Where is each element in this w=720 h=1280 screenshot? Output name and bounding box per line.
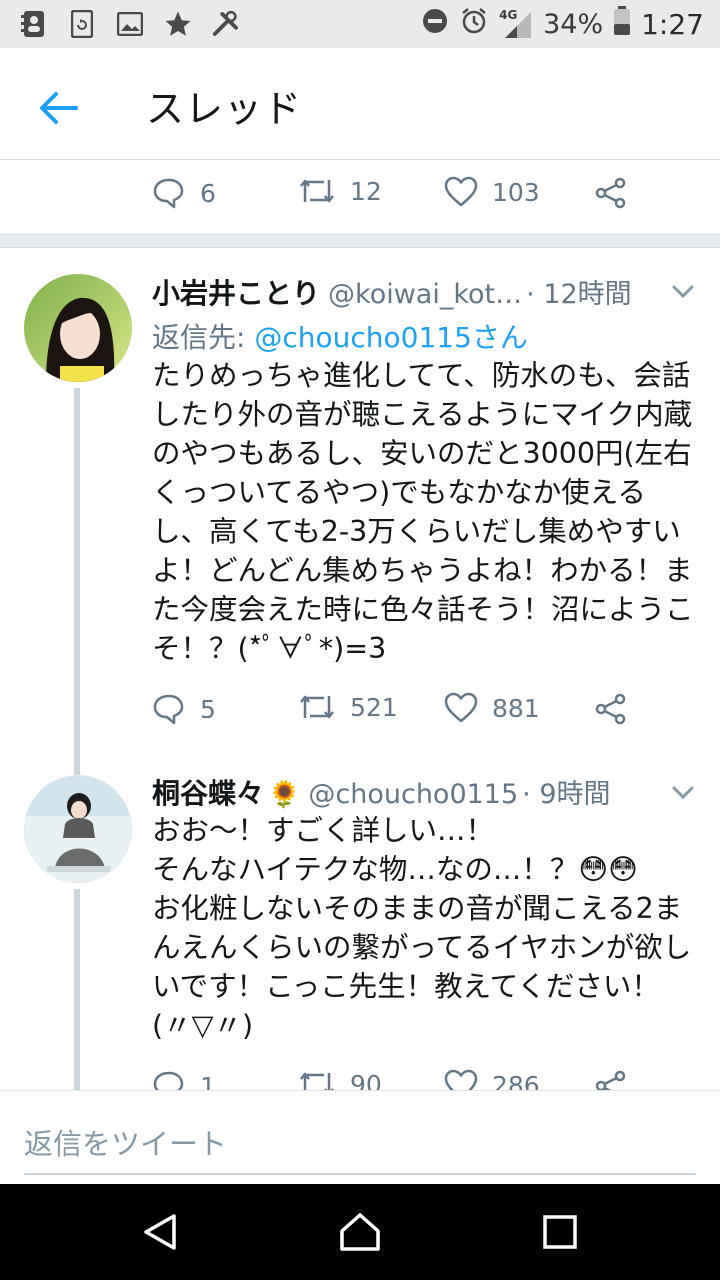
- image-icon: [114, 8, 146, 40]
- tweet-text: たりめっちゃ進化してて、防水のも、会話したり外の音が聴こえるようにマイク内蔵のや…: [152, 359, 694, 665]
- username[interactable]: @choucho0115: [308, 779, 518, 810]
- navigation-bar: [0, 1184, 720, 1280]
- thread-line: [74, 889, 80, 1090]
- heart-icon: [444, 176, 478, 207]
- retweet-count: 90: [350, 1069, 382, 1091]
- star-icon: [162, 8, 194, 40]
- reply-icon: [153, 1071, 184, 1090]
- reply-button[interactable]: 6: [152, 176, 216, 210]
- heart-icon: [444, 1069, 478, 1090]
- reply-input[interactable]: 返信をツイート: [24, 1121, 227, 1163]
- reply-to-label: 返信先:: [152, 321, 255, 354]
- tweet-header: 桐谷蝶々 🌻 @choucho0115 · 9時間: [152, 772, 611, 812]
- home-icon: [340, 1213, 380, 1251]
- battery-icon: [613, 6, 631, 43]
- sunflower-emoji: 🌻: [268, 780, 301, 810]
- reply-count: 1: [200, 1071, 216, 1091]
- like-count: 286: [492, 1070, 540, 1091]
- triangle-back-icon: [144, 1214, 176, 1250]
- username[interactable]: @koiwai_kot…: [328, 279, 522, 310]
- like-button[interactable]: 881: [444, 692, 540, 724]
- reply-icon: [153, 178, 184, 209]
- reply-to-line: 返信先: @choucho0115さん: [152, 316, 528, 356]
- like-count: 103: [492, 177, 540, 207]
- alarm-icon: [459, 6, 489, 43]
- reply-to-mention[interactable]: @choucho0115さん: [254, 321, 528, 354]
- avatar[interactable]: [24, 775, 132, 883]
- action-row: 1 90 286: [152, 1069, 652, 1090]
- file-sync-icon: [66, 8, 98, 40]
- tweet-menu-button[interactable]: [668, 777, 698, 807]
- tweet-menu-button[interactable]: [668, 276, 698, 306]
- share-button[interactable]: [594, 1069, 628, 1090]
- action-row: 5 521 881: [152, 692, 652, 732]
- timestamp[interactable]: · 9時間: [522, 772, 610, 811]
- retweet-count: 521: [350, 692, 398, 722]
- notification-icons: [18, 8, 242, 40]
- retweet-icon: [300, 179, 334, 203]
- previous-tweet-actions: 6 12 103: [0, 160, 720, 234]
- recents-nav-button[interactable]: [530, 1202, 590, 1262]
- tweet-header: 小岩井ことり @koiwai_kot… · 12時間: [152, 272, 632, 312]
- tweet[interactable]: 桐谷蝶々 🌻 @choucho0115 · 9時間 おお〜！すごく詳しい…！ そ…: [0, 763, 720, 1090]
- share-icon: [595, 177, 626, 209]
- signal-icon: 4G: [499, 8, 533, 40]
- display-name[interactable]: 桐谷蝶々: [152, 772, 264, 812]
- action-row: 6 12 103: [152, 176, 652, 216]
- thread-line: [74, 388, 80, 763]
- arrow-left-icon: [40, 92, 78, 124]
- retweet-button[interactable]: 12: [298, 176, 382, 206]
- page-title: スレッド: [146, 87, 303, 131]
- retweet-icon: [300, 695, 334, 719]
- retweet-button[interactable]: 90: [298, 1069, 382, 1090]
- section-divider: [0, 234, 720, 248]
- reply-count: 6: [200, 178, 216, 208]
- reply-button[interactable]: 5: [152, 692, 216, 726]
- clock: 1:27: [641, 8, 704, 41]
- display-name[interactable]: 小岩井ことり: [152, 272, 320, 312]
- share-button[interactable]: [594, 176, 628, 210]
- chevron-down-icon: [672, 786, 694, 800]
- reply-icon: [153, 694, 184, 725]
- back-button[interactable]: [30, 80, 86, 136]
- timestamp[interactable]: · 12時間: [526, 272, 632, 311]
- share-icon: [595, 693, 626, 725]
- like-button[interactable]: 103: [444, 176, 540, 208]
- retweet-icon: [300, 1072, 334, 1090]
- battery-percent: 34%: [543, 9, 604, 40]
- reply-composer[interactable]: 返信をツイート: [0, 1090, 720, 1184]
- like-button[interactable]: 286: [444, 1069, 540, 1090]
- square-recents-icon: [543, 1215, 577, 1249]
- share-button[interactable]: [594, 692, 628, 726]
- back-nav-button[interactable]: [130, 1202, 190, 1262]
- system-status: 4G 34% 1:27: [421, 6, 704, 43]
- home-nav-button[interactable]: [330, 1202, 390, 1262]
- retweet-button[interactable]: 521: [298, 692, 398, 722]
- status-bar: 4G 34% 1:27: [0, 0, 720, 48]
- tweet-text: おお〜！すごく詳しい…！ そんなハイテクな物…なの…！？😳😳 お化粧しないそのま…: [152, 814, 692, 1042]
- retweet-count: 12: [350, 176, 382, 206]
- avatar[interactable]: [24, 274, 132, 382]
- do-not-disturb-icon: [421, 7, 449, 42]
- thread-line: [74, 763, 80, 775]
- reply-count: 5: [200, 694, 216, 724]
- tools-icon: [210, 8, 242, 40]
- contact-card-icon: [18, 8, 50, 40]
- input-underline: [24, 1173, 696, 1175]
- like-count: 881: [492, 693, 540, 723]
- app-bar: スレッド: [0, 48, 720, 160]
- heart-icon: [444, 692, 478, 723]
- reply-button[interactable]: 1: [152, 1069, 216, 1090]
- share-icon: [595, 1070, 626, 1090]
- chevron-down-icon: [672, 285, 694, 299]
- tweet[interactable]: 小岩井ことり @koiwai_kot… · 12時間 返信先: @choucho…: [0, 248, 720, 763]
